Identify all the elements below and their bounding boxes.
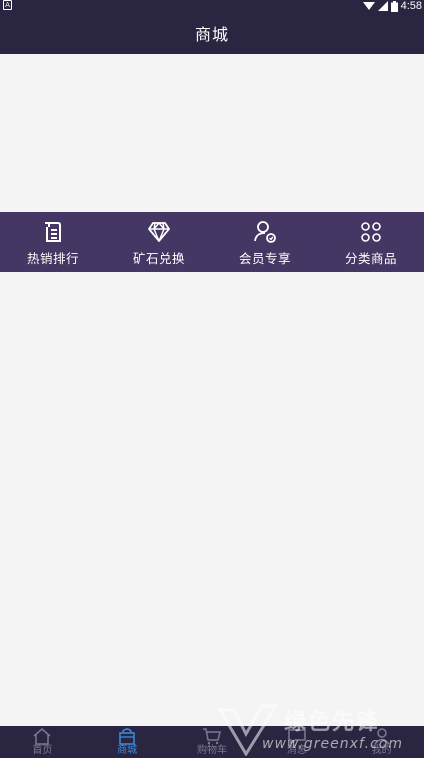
category-label: 矿石兑换 — [132, 251, 185, 266]
battery-icon — [390, 0, 398, 12]
list-icon — [45, 222, 61, 242]
nav-shop[interactable]: 商城 — [85, 726, 170, 758]
nav-cart[interactable]: 购物车 — [170, 726, 255, 758]
category-label: 会员专享 — [238, 251, 291, 266]
status-bar: A 4:58 — [0, 0, 424, 12]
category-hot-ranking[interactable]: 热销排行 — [0, 212, 106, 272]
category-icon — [361, 222, 381, 242]
category-label: 分类商品 — [344, 251, 397, 266]
shop-icon — [119, 728, 135, 745]
message-icon — [288, 729, 306, 745]
profile-icon — [373, 728, 390, 745]
nav-home[interactable]: 首页 — [0, 726, 85, 758]
content-area — [0, 272, 424, 726]
home-icon — [33, 728, 51, 745]
notification-icon: A — [3, 0, 12, 10]
category-label: 热销排行 — [26, 251, 79, 266]
status-time: 4:58 — [400, 0, 422, 12]
wifi-icon — [362, 2, 375, 10]
bottom-nav: 首页 商城 购物车 消息 我的 — [0, 726, 424, 758]
header: 商城 — [0, 12, 424, 54]
page-title: 商城 — [194, 25, 229, 44]
category-ore-exchange[interactable]: 矿石兑换 — [106, 212, 212, 272]
diamond-icon — [148, 222, 170, 242]
nav-label: 商城 — [117, 745, 138, 756]
signal-icon — [377, 1, 388, 11]
category-goods-classification[interactable]: 分类商品 — [318, 212, 424, 272]
nav-profile[interactable]: 我的 — [339, 726, 424, 758]
cart-icon — [202, 728, 221, 745]
status-icons: 4:58 — [362, 0, 422, 12]
nav-label: 消息 — [286, 745, 307, 756]
nav-label: 购物车 — [196, 745, 227, 756]
category-member-exclusive[interactable]: 会员专享 — [212, 212, 318, 272]
member-icon — [254, 221, 276, 243]
category-bar: 热销排行 矿石兑换 会员专享 分类商品 — [0, 212, 424, 272]
nav-label: 我的 — [371, 745, 392, 756]
nav-message[interactable]: 消息 — [254, 726, 339, 758]
nav-label: 首页 — [32, 745, 53, 756]
banner-area — [0, 54, 424, 212]
